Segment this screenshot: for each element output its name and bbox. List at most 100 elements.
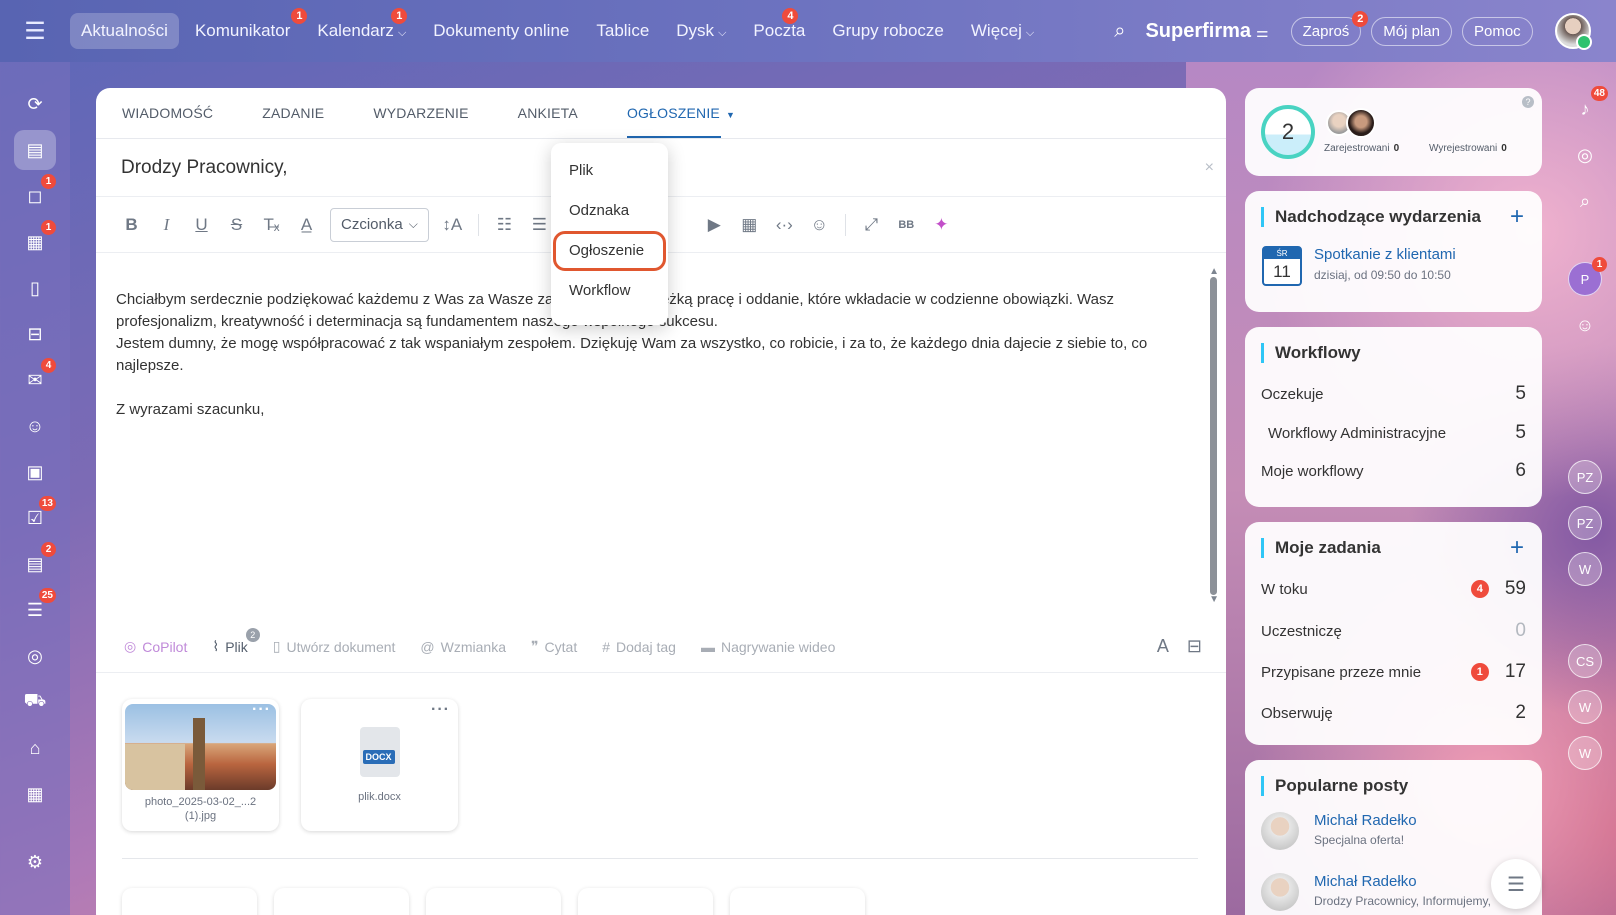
feed-icon[interactable]: ▤ [14, 130, 56, 170]
text-color-icon[interactable]: A̲ [289, 215, 324, 235]
contact-avatar[interactable]: W [1568, 552, 1602, 586]
attachment-photo[interactable]: ··· photo_2025-03-02_...2 (1).jpg [122, 699, 279, 831]
tab-wiadomosc[interactable]: WIADOMOŚĆ [122, 88, 213, 138]
menu-item-ogloszenie[interactable]: Ogłoszenie [553, 231, 666, 271]
post-author[interactable]: Michał Radełko [1314, 812, 1417, 829]
bell-icon[interactable]: ♪ 48 [1568, 86, 1608, 126]
contact-avatar[interactable]: PZ [1568, 506, 1602, 540]
preview-card[interactable] [122, 888, 257, 915]
file-button[interactable]: ⌇ Plik 2 [212, 628, 260, 655]
tasks-icon[interactable]: ☑ 13 [14, 496, 56, 538]
code-icon[interactable]: ‹·› [767, 215, 802, 235]
user-avatar[interactable] [1554, 13, 1592, 50]
warehouse-icon[interactable]: ⌂ [14, 728, 56, 768]
strikethrough-icon[interactable]: S [219, 215, 254, 235]
menu-item-workflow[interactable]: Workflow [551, 271, 668, 311]
target-icon[interactable]: ◎ [14, 636, 56, 676]
add-task-icon[interactable]: + [1510, 534, 1524, 562]
video-icon[interactable]: ▶ [697, 215, 732, 235]
contact-avatar[interactable]: PZ [1568, 460, 1602, 494]
nav-komunikator[interactable]: Komunikator 1 [184, 8, 308, 49]
nav-kalendarz[interactable]: Kalendarz ⌵ 1 [306, 8, 417, 49]
automation-icon[interactable]: ☰ 25 [14, 588, 56, 630]
panel-icon[interactable]: ⊟ [1187, 636, 1202, 657]
contact-avatar[interactable]: W [1568, 690, 1602, 724]
mail-icon[interactable]: ✉ 4 [14, 358, 56, 400]
tab-wydarzenie[interactable]: WYDARZENIE [373, 88, 468, 138]
group-icon[interactable]: ☺ [1568, 308, 1602, 342]
search-icon[interactable]: ⌕ [1114, 20, 1125, 43]
underline-icon[interactable]: U [184, 215, 219, 235]
bold-icon[interactable]: B [114, 215, 149, 235]
nav-wiecej[interactable]: Więcej ⌵ [960, 13, 1045, 49]
hamburger-icon[interactable]: ☰ [0, 17, 70, 46]
more-icon[interactable]: ··· [431, 701, 450, 719]
contact-avatar[interactable]: W [1568, 736, 1602, 770]
text-format-icon[interactable]: A [1157, 636, 1169, 657]
popular-post[interactable]: Michał Radełko Drodzy Pracownicy, Inform… [1261, 873, 1491, 911]
event-title-link[interactable]: Spotkanie z klientami [1314, 246, 1456, 263]
avatar[interactable] [1346, 108, 1376, 138]
shop-icon[interactable]: ⛟ [14, 682, 56, 722]
invite-button[interactable]: Zaproś 2 [1290, 10, 1369, 46]
menu-item-plik[interactable]: Plik [551, 151, 668, 191]
contact-avatar[interactable]: CS [1568, 644, 1602, 678]
scrollbar-thumb[interactable] [1210, 277, 1217, 595]
video-record-button[interactable]: ▬ Nagrywanie wideo [701, 639, 835, 655]
help-button[interactable]: Pomoc [1462, 16, 1533, 46]
numbered-list-icon[interactable]: ☷ [487, 215, 522, 235]
post-author[interactable]: Michał Radełko [1314, 873, 1491, 890]
workflow-row[interactable]: Workflowy Administracyjne 5 [1261, 422, 1526, 444]
menu-item-odznaka[interactable]: Odznaka [551, 191, 668, 231]
attachment-docx[interactable]: ··· DOCX plik.docx [301, 699, 458, 831]
fullscreen-icon[interactable]: ⤢ [854, 215, 889, 235]
font-size-icon[interactable]: ↕A [435, 215, 470, 235]
workflow-row[interactable]: Oczekuje 5 [1261, 383, 1526, 405]
drive-icon[interactable]: ⊟ [14, 314, 56, 354]
add-tag-button[interactable]: # Dodaj tag [602, 639, 676, 655]
nav-dokumenty-online[interactable]: Dokumenty online [422, 13, 580, 49]
groups-icon[interactable]: ☺ [14, 406, 56, 446]
popular-post[interactable]: Michał Radełko Specjalna oferta! [1261, 812, 1417, 850]
contact-avatar[interactable]: P1 [1568, 257, 1607, 296]
quote-button[interactable]: ❞ Cytat [531, 638, 577, 655]
nav-aktualnosci[interactable]: Aktualności [70, 13, 179, 49]
nav-dysk[interactable]: Dysk ⌵ [665, 13, 737, 49]
company-brand[interactable]: Superfirma ⚌ [1145, 20, 1268, 43]
nav-poczta[interactable]: Poczta 4 [742, 8, 816, 49]
task-row[interactable]: Przypisane przeze mnie 1 17 [1261, 661, 1526, 683]
chat-icon[interactable]: ◻ 1 [14, 174, 56, 216]
crm-icon[interactable]: ▤ 2 [14, 542, 56, 584]
tab-ankieta[interactable]: ANKIETA [518, 88, 578, 138]
target-icon[interactable]: ◎ [1568, 138, 1602, 172]
copilot-button[interactable]: ◎ CoPilot [124, 638, 187, 655]
document-icon[interactable]: ▯ [14, 268, 56, 308]
activity-stream-icon[interactable]: ⟳ [14, 84, 56, 124]
event-item[interactable]: ŚR 11 Spotkanie z klientami dzisiaj, od … [1262, 246, 1456, 286]
close-icon[interactable]: × [1205, 159, 1214, 177]
preview-card[interactable] [274, 888, 409, 915]
preview-card[interactable] [730, 888, 865, 915]
list-menu-icon[interactable]: ☰ [1491, 859, 1541, 909]
preview-card[interactable] [426, 888, 561, 915]
emoji-icon[interactable]: ☺ [802, 215, 837, 235]
italic-icon[interactable]: I [149, 215, 184, 235]
add-event-icon[interactable]: + [1510, 203, 1524, 231]
registration-count[interactable]: 2 [1261, 105, 1315, 159]
task-row[interactable]: W toku 4 59 [1261, 578, 1526, 600]
create-document-button[interactable]: ▯ Utwórz dokument [273, 638, 396, 655]
clear-format-icon[interactable]: T̶ₓ [254, 215, 289, 235]
task-row[interactable]: Uczestniczę 0 [1261, 620, 1526, 642]
tab-ogloszenie[interactable]: OGŁOSZENIE ▼ [626, 88, 735, 138]
boards-icon[interactable]: ▣ [14, 452, 56, 492]
help-icon[interactable]: ? [1522, 96, 1534, 108]
ai-image-icon[interactable]: ✦ [924, 215, 959, 235]
table-icon[interactable]: ▦ [732, 215, 767, 235]
calendar-icon[interactable]: ▦ 1 [14, 220, 56, 262]
more-icon[interactable]: ··· [252, 701, 271, 719]
bbcode-icon[interactable]: BB [889, 219, 924, 231]
task-row[interactable]: Obserwuję 2 [1261, 702, 1526, 724]
scroll-down-icon[interactable]: ▼ [1209, 589, 1219, 611]
nav-grupy-robocze[interactable]: Grupy robocze [821, 13, 955, 49]
tab-zadanie[interactable]: ZADANIE [262, 88, 324, 138]
